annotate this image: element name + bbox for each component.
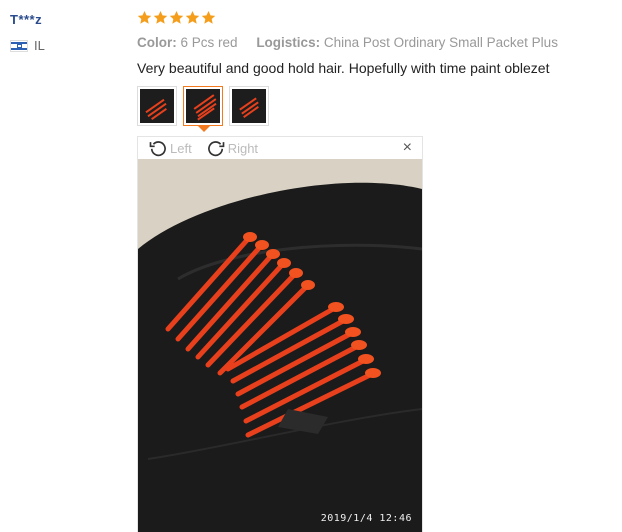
rotate-left-icon — [149, 141, 166, 157]
rotate-left-label: Left — [170, 140, 192, 156]
star-icon — [185, 10, 200, 24]
star-icon — [169, 10, 184, 24]
hair-clips-photo — [138, 159, 422, 532]
photo-viewer: Left Right × 2019/1/4 12:46 — [137, 136, 423, 532]
photo-thumbnails — [137, 86, 269, 132]
rotate-right-label: Right — [227, 140, 259, 156]
photo-timestamp: 2019/1/4 12:46 — [320, 513, 412, 524]
order-meta: Color: 6 Pcs red Logistics: China Post O… — [137, 35, 558, 50]
logistics-value: China Post Ordinary Small Packet Plus — [323, 35, 558, 50]
color-value: 6 Pcs red — [180, 35, 238, 50]
star-icon — [201, 10, 216, 24]
review-photo-thumbnail-3[interactable] — [229, 86, 269, 126]
rotate-right-icon — [207, 141, 225, 157]
viewer-toolbar: Left Right × — [138, 137, 422, 159]
country-code: IL — [34, 38, 45, 53]
star-icon — [153, 10, 168, 24]
review-photo-thumbnail-1[interactable] — [137, 86, 177, 126]
review-photo-thumbnail-2[interactable] — [183, 86, 223, 132]
rotate-left-button[interactable]: Left — [148, 138, 192, 158]
review-text: Very beautiful and good hold hair. Hopef… — [137, 60, 550, 76]
logistics-label: Logistics: — [256, 35, 321, 50]
close-icon[interactable]: × — [403, 139, 412, 157]
reviewer-name: T***z — [10, 12, 43, 27]
israel-flag-icon — [10, 39, 28, 52]
star-rating — [137, 10, 216, 25]
color-label: Color: — [137, 35, 177, 50]
review-photo-large: 2019/1/4 12:46 — [138, 159, 422, 532]
reviewer-country: IL — [10, 38, 45, 53]
selected-indicator — [198, 126, 210, 132]
star-icon — [137, 10, 152, 24]
rotate-right-button[interactable]: Right — [206, 138, 258, 158]
